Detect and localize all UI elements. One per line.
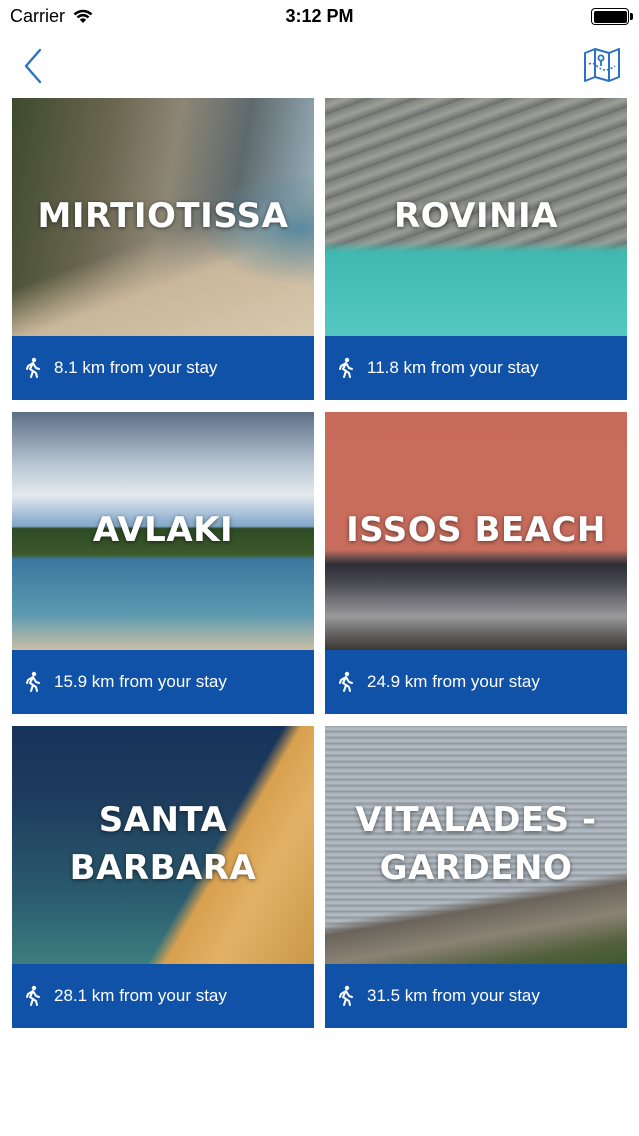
- status-time: 3:12 PM: [285, 6, 354, 26]
- map-button[interactable]: [581, 44, 623, 86]
- beach-name: ISSOS BEACH: [346, 510, 606, 551]
- beach-photo: SANTA BARBARA: [12, 726, 314, 964]
- walking-icon: [26, 985, 40, 1006]
- distance-bar: 28.1 km from your stay: [12, 964, 314, 1028]
- walking-icon: [339, 671, 353, 692]
- status-bar: Carrier 3:12 PM: [0, 0, 639, 34]
- beach-name: SANTA BARBARA: [69, 800, 257, 888]
- walking-icon: [339, 985, 353, 1006]
- walking-icon: [339, 357, 353, 378]
- distance-label: 31.5 km from your stay: [367, 986, 540, 1005]
- walking-icon: [26, 357, 40, 378]
- distance-bar: 24.9 km from your stay: [325, 650, 627, 714]
- beach-grid: MIRTIOTISSA 8.1 km from your stay ROVINI…: [12, 98, 627, 1028]
- distance-bar: 11.8 km from your stay: [325, 336, 627, 400]
- walking-icon: [26, 671, 40, 692]
- beach-photo: ISSOS BEACH: [325, 412, 627, 650]
- battery-fill: [593, 10, 627, 23]
- battery-icon: [591, 8, 633, 25]
- beach-name: AVLAKI: [92, 510, 234, 551]
- beach-photo: ROVINIA: [325, 98, 627, 336]
- beach-photo: MIRTIOTISSA: [12, 98, 314, 336]
- beach-name: VITALADES - GARDENO: [355, 800, 597, 888]
- distance-bar: 31.5 km from your stay: [325, 964, 627, 1028]
- distance-label: 15.9 km from your stay: [54, 672, 227, 691]
- beach-card-vitalades-gardeno[interactable]: VITALADES - GARDENO 31.5 km from your st…: [325, 726, 627, 1028]
- beach-card-issos-beach[interactable]: ISSOS BEACH 24.9 km from your stay: [325, 412, 627, 714]
- distance-label: 11.8 km from your stay: [367, 358, 539, 377]
- nav-bar: [0, 34, 639, 96]
- beach-card-avlaki[interactable]: AVLAKI 15.9 km from your stay: [12, 412, 314, 714]
- beach-card-rovinia[interactable]: ROVINIA 11.8 km from your stay: [325, 98, 627, 400]
- beach-name: MIRTIOTISSA: [37, 196, 289, 237]
- beach-photo: AVLAKI: [12, 412, 314, 650]
- beach-card-santa-barbara[interactable]: SANTA BARBARA 28.1 km from your stay: [12, 726, 314, 1028]
- distance-label: 24.9 km from your stay: [367, 672, 540, 691]
- beach-photo: VITALADES - GARDENO: [325, 726, 627, 964]
- distance-label: 28.1 km from your stay: [54, 986, 227, 1005]
- chevron-left-icon: [24, 48, 42, 84]
- beach-card-mirtiotissa[interactable]: MIRTIOTISSA 8.1 km from your stay: [12, 98, 314, 400]
- distance-bar: 8.1 km from your stay: [12, 336, 314, 400]
- back-button[interactable]: [14, 44, 54, 88]
- distance-bar: 15.9 km from your stay: [12, 650, 314, 714]
- distance-label: 8.1 km from your stay: [54, 358, 218, 377]
- beach-name: ROVINIA: [393, 196, 559, 237]
- folded-map-icon: [584, 48, 620, 82]
